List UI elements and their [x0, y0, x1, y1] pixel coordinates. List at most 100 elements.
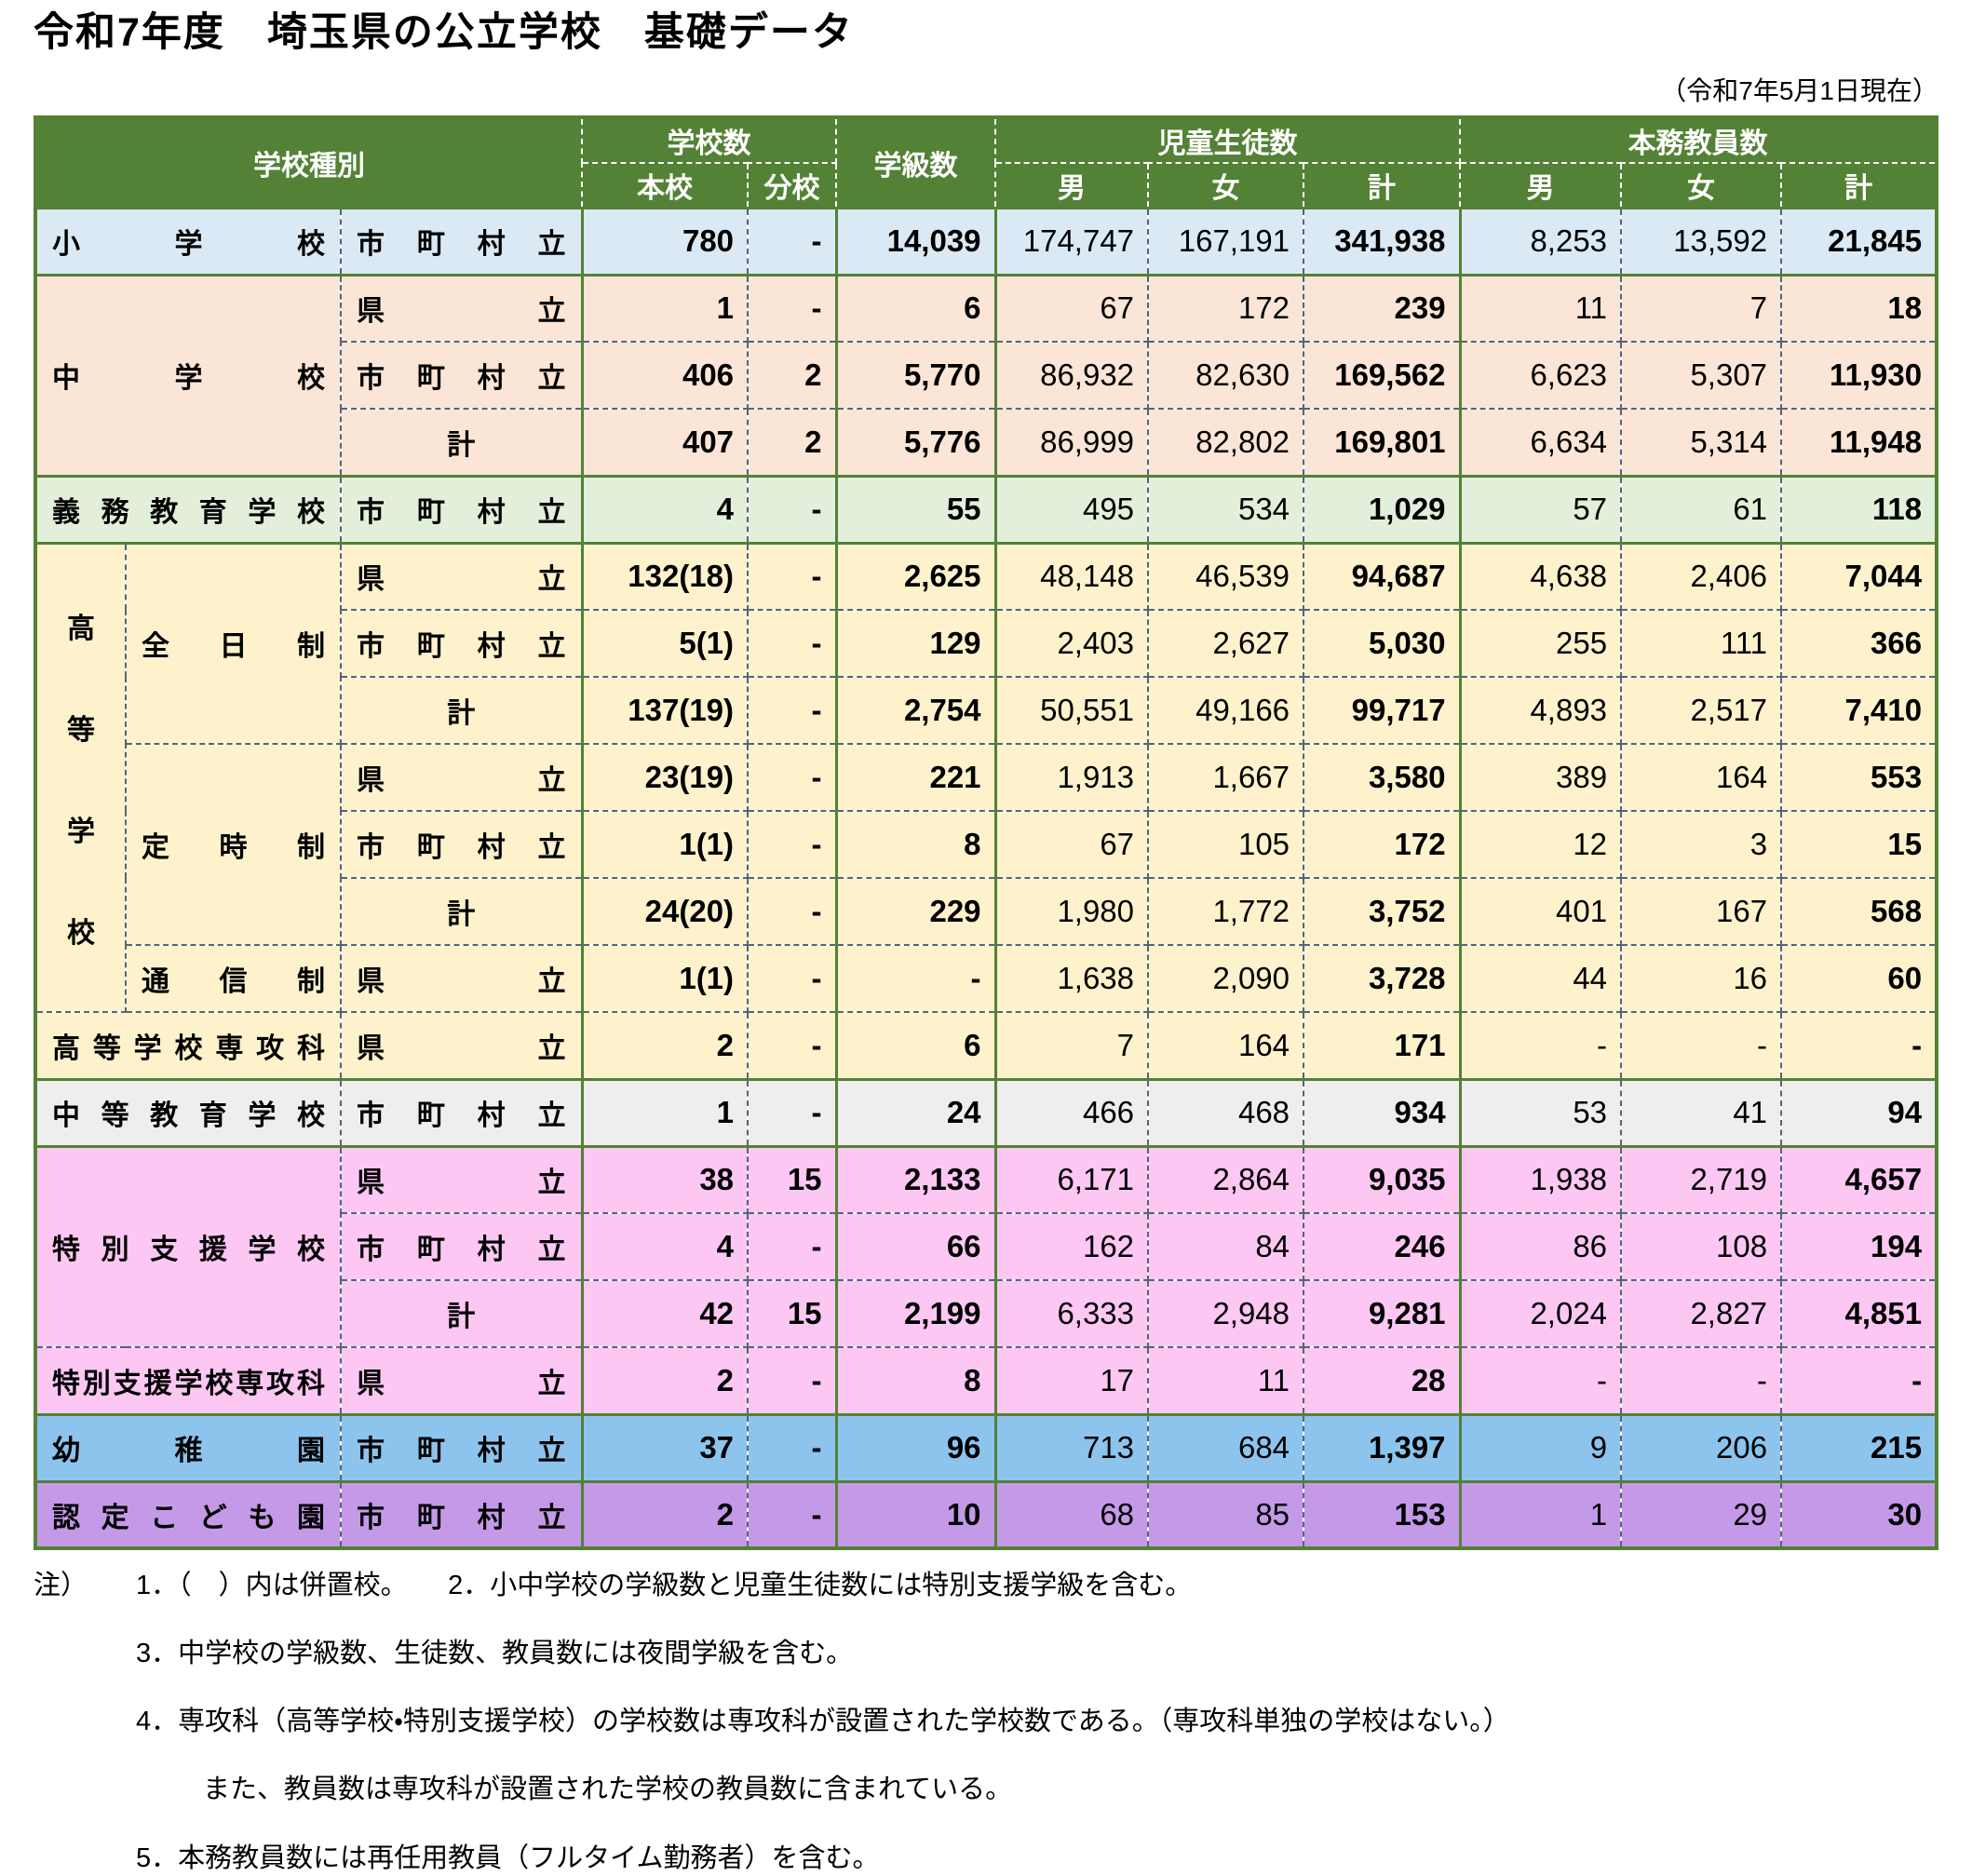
cell: -	[748, 811, 836, 878]
cell: 9	[1460, 1414, 1621, 1481]
cell: 7,410	[1781, 677, 1937, 744]
cell: 167,191	[1148, 208, 1303, 275]
school-type-label-vertical: 高 等 学 校	[35, 543, 126, 1012]
cell: 8	[836, 1347, 995, 1414]
col-header-teachers-total: 計	[1781, 163, 1937, 209]
cell: 66	[836, 1213, 995, 1280]
cell: 2	[748, 342, 836, 409]
cell: 3,752	[1303, 878, 1460, 945]
cell: 132(18)	[582, 543, 748, 610]
cell: 67	[995, 811, 1148, 878]
cell: 57	[1460, 476, 1621, 543]
cell: 407	[582, 409, 748, 476]
cell: 6	[836, 1012, 995, 1079]
cell: 255	[1460, 610, 1621, 677]
establisher-label: 市町村立	[341, 610, 582, 677]
cell: 137(19)	[582, 677, 748, 744]
cell: 15	[748, 1280, 836, 1347]
cell: 1(1)	[582, 811, 748, 878]
school-type-label: 小学校	[35, 208, 341, 275]
cell: 568	[1781, 878, 1937, 945]
cell: 1,772	[1148, 878, 1303, 945]
footnote-label: 注）	[34, 1569, 136, 1603]
cell: 49,166	[1148, 677, 1303, 744]
school-type-label: 幼稚園	[35, 1414, 341, 1481]
cell: 341,938	[1303, 208, 1460, 275]
cell: 246	[1303, 1213, 1460, 1280]
school-type-label: 特別支援学校専攻科	[35, 1347, 341, 1414]
cell: 4	[582, 476, 748, 543]
cell: 6	[836, 275, 995, 342]
cell: 1,980	[995, 878, 1148, 945]
cell: 2,403	[995, 610, 1148, 677]
cell: 13,592	[1621, 208, 1781, 275]
col-header-school-type: 学校種別	[35, 117, 582, 209]
cell: 11,930	[1781, 342, 1937, 409]
footnotes: 注） 1．（ ）内は併置校。 2．小中学校の学級数と児童生徒数には特別支援学級を…	[34, 1569, 1938, 1876]
cell: 389	[1460, 744, 1621, 811]
cell: 169,562	[1303, 342, 1460, 409]
cell: 2,024	[1460, 1280, 1621, 1347]
cell: 7	[995, 1012, 1148, 1079]
cell: 172	[1148, 275, 1303, 342]
cell: -	[748, 1347, 836, 1414]
cell: -	[748, 945, 836, 1012]
establisher-label: 計	[341, 1280, 582, 1347]
establisher-label: 県立	[341, 1347, 582, 1414]
cell: -	[748, 1481, 836, 1548]
table-row: 小学校 市町村立 780 - 14,039 174,747 167,191 34…	[35, 208, 1937, 275]
table-row: 高等学校専攻科 県立 2 - 6 7 164 171 - - -	[35, 1012, 1937, 1079]
cell: -	[1781, 1012, 1937, 1079]
cell: 17	[995, 1347, 1148, 1414]
cell: 466	[995, 1079, 1148, 1146]
col-header-school-count: 学校数	[582, 117, 836, 163]
cell: 2,719	[1621, 1146, 1781, 1213]
cell: 366	[1781, 610, 1937, 677]
cell: 780	[582, 208, 748, 275]
table-row: 中等教育学校 市町村立 1 - 24 466 468 934 53 41 94	[35, 1079, 1937, 1146]
cell: 2,133	[836, 1146, 995, 1213]
cell: 164	[1621, 744, 1781, 811]
cell: 42	[582, 1280, 748, 1347]
cell: 6,333	[995, 1280, 1148, 1347]
cell: 28	[1303, 1347, 1460, 1414]
cell: 713	[995, 1414, 1148, 1481]
cell: 129	[836, 610, 995, 677]
cell: 3,728	[1303, 945, 1460, 1012]
cell: 50,551	[995, 677, 1148, 744]
cell: 105	[1148, 811, 1303, 878]
course-type-label: 全日制	[126, 543, 341, 744]
cell: -	[748, 744, 836, 811]
cell: 1,638	[995, 945, 1148, 1012]
col-header-branch-school: 分校	[748, 163, 836, 209]
cell: 9,281	[1303, 1280, 1460, 1347]
table-row: 定時制 県立 23(19) - 221 1,913 1,667 3,580 38…	[35, 744, 1937, 811]
establisher-label: 県立	[341, 945, 582, 1012]
col-header-students: 児童生徒数	[995, 117, 1460, 163]
cell: 11,948	[1781, 409, 1937, 476]
establisher-label: 計	[341, 409, 582, 476]
cell: 2	[748, 409, 836, 476]
cell: -	[748, 1414, 836, 1481]
cell: 206	[1621, 1414, 1781, 1481]
footnote-line-4: また、教員数は専攻科が設置された学校の教員数に含まれている。	[203, 1773, 1012, 1807]
cell: -	[748, 878, 836, 945]
establisher-label: 市町村立	[341, 476, 582, 543]
cell: 1,938	[1460, 1146, 1621, 1213]
cell: 94	[1781, 1079, 1937, 1146]
cell: 221	[836, 744, 995, 811]
cell: 5,314	[1621, 409, 1781, 476]
cell: 6,634	[1460, 409, 1621, 476]
cell: 553	[1781, 744, 1937, 811]
cell: 1,667	[1148, 744, 1303, 811]
cell: 7	[1621, 275, 1781, 342]
cell: 1	[582, 1079, 748, 1146]
cell: 48,148	[995, 543, 1148, 610]
establisher-label: 県立	[341, 1146, 582, 1213]
table-row: 認定こども園 市町村立 2 - 10 68 85 153 1 29 30	[35, 1481, 1937, 1548]
cell: 4,851	[1781, 1280, 1937, 1347]
cell: 468	[1148, 1079, 1303, 1146]
col-header-teachers: 本務教員数	[1460, 117, 1937, 163]
table-row: 中学校 県立 1 - 6 67 172 239 11 7 18	[35, 275, 1937, 342]
cell: 5,307	[1621, 342, 1781, 409]
